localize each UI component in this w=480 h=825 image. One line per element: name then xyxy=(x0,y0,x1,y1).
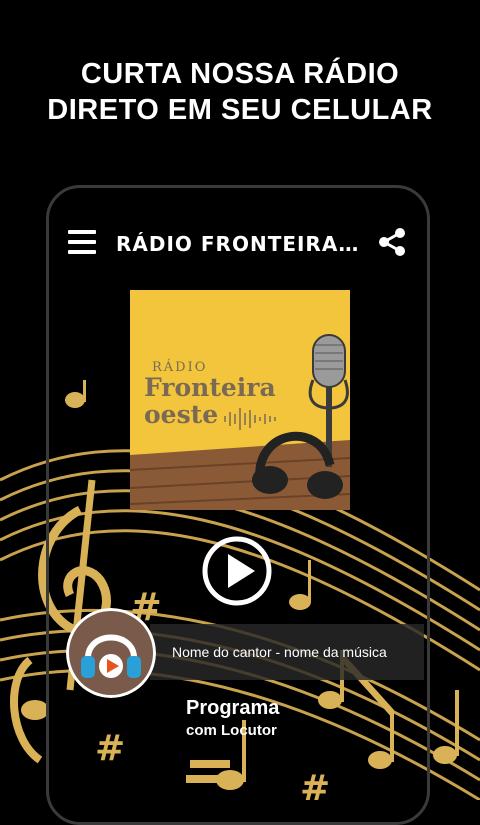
cover-station-name-line-1: Fronteira xyxy=(144,373,276,402)
headline-line-2: DIRETO EM SEU CELULAR xyxy=(47,94,433,126)
now-playing-text: Nome do cantor - nome da música xyxy=(172,644,387,660)
app-bar: RÁDIO FRONTEIRA OE... xyxy=(52,210,424,280)
host-name: com Locutor xyxy=(186,722,277,739)
share-icon[interactable] xyxy=(376,226,408,258)
program-name: Programa xyxy=(186,697,280,719)
cover-station-name-line-2: oeste xyxy=(144,400,219,429)
play-icon xyxy=(228,554,255,588)
headline-line-1: CURTA NOSSA RÁDIO xyxy=(80,58,400,90)
station-logo xyxy=(66,608,156,698)
app-title: RÁDIO FRONTEIRA OE... xyxy=(116,232,366,256)
station-cover-art: RÁDIO Fronteira oeste xyxy=(130,290,350,510)
play-button[interactable] xyxy=(201,535,273,607)
promo-headline: CURTA NOSSA RÁDIO DIRETO EM SEU CELULAR xyxy=(0,56,480,128)
menu-icon[interactable] xyxy=(68,230,96,254)
now-playing-bar: Nome do cantor - nome da música xyxy=(150,624,424,680)
